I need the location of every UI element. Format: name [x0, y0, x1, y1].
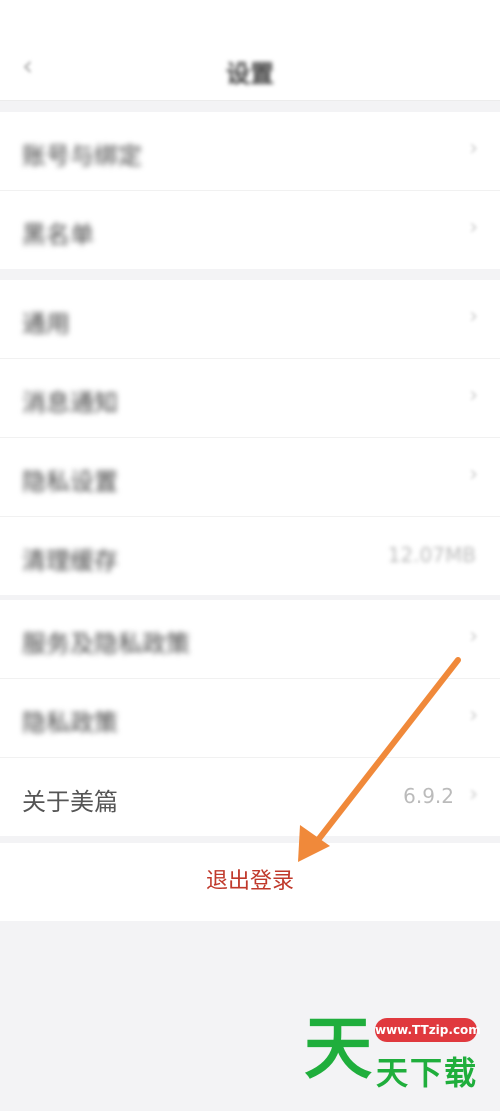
chevron-right-icon: ›	[469, 304, 478, 329]
row-label: 隐私设置	[22, 468, 118, 496]
settings-row-account-binding[interactable]: 账号与绑定 ›	[0, 112, 500, 191]
app-version: 6.9.2	[403, 784, 454, 808]
watermark-text: 天下载	[376, 1054, 479, 1092]
cache-size: 12.07MB	[387, 543, 476, 567]
settings-row-blacklist[interactable]: 黑名单 ›	[0, 191, 500, 269]
settings-row-notifications[interactable]: 消息通知 ›	[0, 359, 500, 438]
settings-row-clear-cache[interactable]: 清理缓存 12.07MB	[0, 517, 500, 595]
logout-button[interactable]: 退出登录	[0, 843, 500, 921]
chevron-right-icon: ›	[469, 624, 478, 649]
settings-row-general[interactable]: 通用 ›	[0, 280, 500, 359]
status-bar	[0, 0, 500, 36]
chevron-right-icon: ›	[469, 703, 478, 728]
chevron-right-icon: ›	[469, 782, 478, 807]
row-label: 清理缓存	[22, 547, 118, 575]
nav-bar: ‹ 设置	[0, 36, 500, 101]
row-label: 隐私政策	[22, 709, 118, 737]
chevron-right-icon: ›	[469, 383, 478, 408]
watermark-logo: 天 www.TTzip.com 天下载	[300, 1012, 490, 1096]
watermark-url: www.TTzip.com	[375, 1018, 481, 1042]
row-label: 服务及隐私政策	[22, 630, 190, 658]
row-label: 通用	[22, 310, 70, 338]
row-label: 关于美篇	[22, 788, 118, 816]
row-label: 账号与绑定	[22, 142, 142, 170]
settings-group-about: 服务及隐私政策 › 隐私政策 › 关于美篇 6.9.2 ›	[0, 600, 500, 836]
settings-row-privacy-settings[interactable]: 隐私设置 ›	[0, 438, 500, 517]
page-title: 设置	[226, 60, 274, 88]
chevron-right-icon: ›	[469, 136, 478, 161]
row-label: 黑名单	[22, 221, 94, 249]
settings-row-about[interactable]: 关于美篇 6.9.2 ›	[0, 758, 500, 836]
settings-group-general: 通用 › 消息通知 › 隐私设置 › 清理缓存 12.07MB	[0, 280, 500, 595]
settings-row-service-policy[interactable]: 服务及隐私政策 ›	[0, 600, 500, 679]
row-label: 消息通知	[22, 389, 118, 417]
settings-row-privacy-policy[interactable]: 隐私政策 ›	[0, 679, 500, 758]
chevron-right-icon: ›	[469, 462, 478, 487]
settings-group-account: 账号与绑定 › 黑名单 ›	[0, 112, 500, 269]
chevron-right-icon: ›	[469, 215, 478, 240]
watermark-big-char: 天	[304, 1010, 373, 1089]
